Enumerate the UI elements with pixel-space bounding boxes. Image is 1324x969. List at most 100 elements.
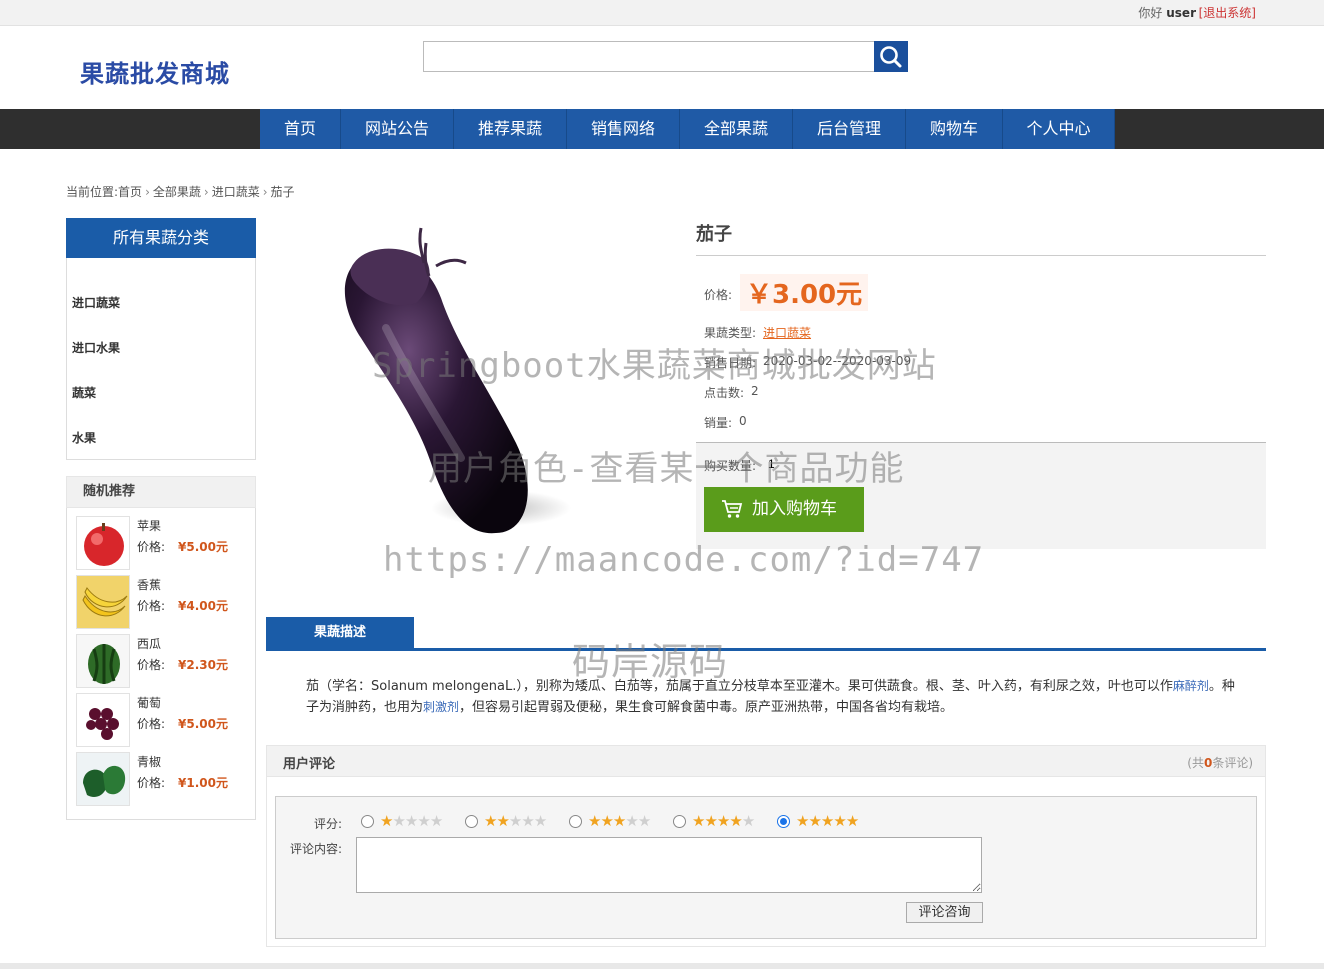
nav-item[interactable]: 全部果蔬 [680,109,793,149]
product-thumbnail[interactable] [76,752,130,806]
nav-item[interactable]: 网站公告 [341,109,454,149]
comment-count: (共0条评论) [1187,756,1253,770]
sale-date-label: 销售日期: [704,356,757,370]
category-item[interactable]: 进口水果 [72,339,120,356]
rating-stars-4: ★★★★★ [692,812,755,830]
nav-item[interactable]: 销售网络 [567,109,680,149]
product-title: 茄子 [696,224,732,245]
product-description: 茄（学名：Solanum melongenaL.），别称为矮瓜、白茄等，茄属于直… [306,679,1235,715]
search-button[interactable] [874,41,908,72]
recommend-price-label: 价格: [137,658,166,672]
breadcrumb-item: 茄子 [270,185,295,199]
category-item[interactable]: 水果 [72,429,96,446]
breadcrumb-item[interactable]: 全部果蔬 [153,185,201,199]
recommend-price-label: 价格: [137,540,166,554]
product-type-link[interactable]: 进口蔬菜 [763,324,811,341]
nav-bar: 首页 网站公告 推荐果蔬 销售网络 全部果蔬 后台管理 购物车 个人中心 [0,109,1324,149]
recommend-name[interactable]: 葡萄 [137,694,161,711]
rating-stars-3: ★★★★★ [588,812,651,830]
category-list: 进口蔬菜进口水果蔬菜水果 [66,258,256,460]
user-greeting: 你好 user [1138,6,1196,20]
nav-item[interactable]: 个人中心 [1003,109,1115,149]
recommend-list: 苹果 价格: ¥5.00元 香蕉 价格: ¥4.00元 西瓜 价格: ¥2.30元 葡萄 价格: ¥5… [66,508,256,820]
rating-radio-4[interactable] [673,815,686,828]
breadcrumb-separator: › [145,185,150,199]
content-label: 评论内容: [290,842,343,856]
top-bar: 你好 user [退出系统] [0,0,1324,26]
rating-radio-2[interactable] [465,815,478,828]
search-icon [880,46,902,68]
recommend-price: ¥5.00元 [178,717,228,731]
recommend-price: ¥1.00元 [178,776,228,790]
search-input[interactable] [423,41,875,72]
nav-item[interactable]: 推荐果蔬 [454,109,567,149]
sales-label: 销量: [704,416,733,430]
sale-date-value: 2020-03-02--2020-03-09 [763,354,912,368]
breadcrumb-separator: › [203,185,209,199]
clicks-value: 2 [751,384,759,398]
nav-item[interactable]: 购物车 [906,109,1003,149]
category-item[interactable]: 蔬菜 [72,384,96,401]
recommend-item[interactable]: 香蕉价格: ¥4.00元 [76,575,251,629]
recommend-price-label: 价格: [137,776,166,790]
username: user [1166,6,1196,20]
comments-title: 用户评论 [283,757,336,772]
rating-stars-2: ★★★★★ [484,812,547,830]
add-to-cart-button[interactable]: 加入购物车 [704,487,864,532]
product-thumbnail[interactable] [76,575,130,629]
product-thumbnail[interactable] [76,516,130,570]
product-thumbnail[interactable] [76,693,130,747]
add-to-cart-label: 加入购物车 [752,499,837,519]
tab-description[interactable]: 果蔬描述 [266,617,414,649]
recommend-price-label: 价格: [137,599,166,613]
recommend-name[interactable]: 西瓜 [137,635,161,652]
cart-icon [722,500,743,518]
keyword-link[interactable]: 刺激剂 [423,700,459,714]
rating-radio-5[interactable] [777,815,790,828]
recommend-item[interactable]: 苹果价格: ¥5.00元 [76,516,251,570]
recommend-price: ¥4.00元 [178,599,228,613]
rating-radio-1[interactable] [361,815,374,828]
recommend-name[interactable]: 苹果 [137,517,161,534]
recommend-item[interactable]: 西瓜价格: ¥2.30元 [76,634,251,688]
type-label: 果蔬类型: [704,326,757,340]
category-item[interactable]: 进口蔬菜 [72,294,120,311]
eggplant-image [344,227,571,534]
recommend-name[interactable]: 青椒 [137,753,161,770]
score-label: 评分: [314,817,343,831]
recommend-price: ¥5.00元 [178,540,228,554]
submit-comment-button[interactable]: 评论咨询 [906,902,983,923]
nav-item[interactable]: 后台管理 [793,109,906,149]
recommend-name[interactable]: 香蕉 [137,576,161,593]
recommend-item[interactable]: 青椒价格: ¥1.00元 [76,752,251,806]
breadcrumb-item[interactable]: 首页 [118,185,142,199]
breadcrumb-prefix: 当前位置: [66,185,119,199]
keyword-link[interactable]: 麻醉剂 [1173,679,1209,693]
recommend-item[interactable]: 葡萄价格: ¥5.00元 [76,693,251,747]
breadcrumb-item[interactable]: 进口蔬菜 [212,185,260,199]
quantity-label: 购买数量: [704,459,757,473]
footer-strip [0,963,1324,969]
site-logo[interactable]: 果蔬批发商城 [80,54,230,89]
main-nav: 首页 网站公告 推荐果蔬 销售网络 全部果蔬 后台管理 购物车 个人中心 [260,109,1115,149]
tab-underline [266,648,1266,651]
nav-item[interactable]: 首页 [260,109,341,149]
product-thumbnail[interactable] [76,634,130,688]
product-price: ￥3.00元 [740,274,869,311]
rating-radio-3[interactable] [569,815,582,828]
quantity-input[interactable] [768,455,788,473]
price-label: 价格: [704,288,733,302]
category-panel-title: 所有果蔬分类 [66,218,256,258]
comments-header: 用户评论 (共0条评论) [266,745,1266,777]
rating-stars-1: ★★★★★ [380,812,443,830]
logout-link[interactable]: [退出系统] [1199,4,1256,21]
recommend-panel-title: 随机推荐 [66,476,256,508]
product-image [266,218,626,574]
breadcrumb-separator: › [262,185,268,199]
comment-input[interactable] [356,837,982,893]
recommend-price-label: 价格: [137,717,166,731]
rating-stars-5: ★★★★★ [796,812,859,830]
recommend-price: ¥2.30元 [178,658,228,672]
title-divider [696,255,1266,256]
clicks-label: 点击数: [704,386,745,400]
